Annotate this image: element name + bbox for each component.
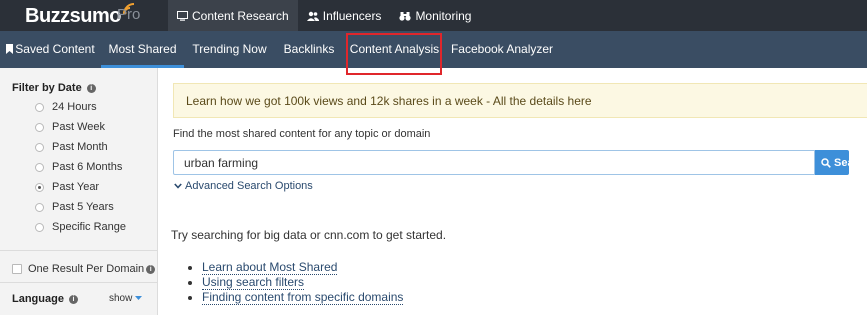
search-button-label: Search!: [834, 156, 867, 169]
help-links: Learn about Most Shared Using search fil…: [185, 260, 404, 305]
radio-button[interactable]: [35, 162, 44, 172]
content-analysis-highlight: [346, 33, 442, 75]
date-option-label: Past 5 Years: [52, 201, 114, 213]
radio-button[interactable]: [35, 142, 44, 152]
tab-label: Facebook Analyzer: [450, 42, 554, 56]
plan-label: Pro: [117, 6, 141, 23]
radio-button[interactable]: [35, 222, 44, 232]
tab-label: Saved Content: [15, 42, 95, 56]
tab-backlinks[interactable]: Backlinks: [275, 31, 343, 68]
help-link-text: Learn about Most Shared: [202, 260, 338, 275]
heading-text: Filter by Date: [12, 82, 82, 94]
date-option-past-6-months[interactable]: Past 6 Months: [35, 160, 122, 174]
date-option-24-hours[interactable]: 24 Hours: [35, 100, 97, 114]
sidebar-divider: [0, 250, 157, 251]
advanced-search-label: Advanced Search Options: [185, 180, 313, 192]
promo-banner[interactable]: Learn how we got 100k views and 12k shar…: [173, 83, 867, 118]
top-nav: Content Research Influencers Monitoring: [168, 0, 480, 31]
date-option-label: 24 Hours: [52, 101, 97, 113]
banner-text: Learn how we got 100k views and 12k shar…: [186, 94, 592, 108]
binoculars-icon: [399, 11, 412, 21]
info-icon[interactable]: i: [69, 295, 79, 304]
advanced-search-toggle[interactable]: Advanced Search Options: [174, 180, 313, 192]
search-suggestion: Try searching for big data or cnn.com to…: [171, 228, 446, 242]
radio-button[interactable]: [35, 102, 44, 112]
radio-button-selected[interactable]: [35, 182, 44, 192]
help-link-specific-domains[interactable]: Finding content from specific domains: [185, 290, 404, 305]
try-suffix: to get started.: [369, 228, 447, 242]
top-bar: Buzzsumo Pro Content Research Influencer…: [0, 0, 867, 31]
tab-most-shared[interactable]: Most Shared: [101, 31, 184, 68]
date-option-label: Past 6 Months: [52, 161, 123, 173]
sidebar-divider: [0, 282, 157, 283]
date-option-specific-range[interactable]: Specific Range: [35, 220, 126, 234]
tab-label: Backlinks: [283, 42, 335, 56]
logo-text: Buzzsumo: [25, 5, 122, 27]
bookmark-icon: [6, 44, 14, 54]
top-nav-label: Content Research: [192, 8, 289, 23]
example-link-cnn[interactable]: cnn.com: [324, 228, 369, 242]
tab-label: Most Shared: [108, 42, 177, 56]
show-label: show: [109, 293, 133, 304]
example-link-big-data[interactable]: big data: [264, 228, 307, 242]
search-hint: Find the most shared content for any top…: [173, 128, 431, 140]
tab-facebook-analyzer[interactable]: Facebook Analyzer: [446, 31, 558, 68]
help-link-text: Using search filters: [202, 275, 305, 290]
top-nav-influencers[interactable]: Influencers: [298, 0, 391, 31]
search-button[interactable]: Search!: [815, 150, 867, 175]
language-show-toggle[interactable]: show: [109, 293, 143, 304]
search-input[interactable]: [173, 150, 815, 175]
checkbox[interactable]: [12, 264, 22, 274]
top-nav-content-research[interactable]: Content Research: [168, 0, 298, 31]
date-option-label: Past Year: [52, 181, 100, 193]
radio-button[interactable]: [35, 202, 44, 212]
filter-by-date-heading: Filter by Date i: [12, 82, 96, 94]
top-nav-label: Monitoring: [415, 8, 472, 23]
date-option-past-month[interactable]: Past Month: [35, 140, 108, 154]
help-link-learn-most-shared[interactable]: Learn about Most Shared: [185, 260, 403, 275]
search-icon: [821, 157, 831, 168]
top-nav-monitoring[interactable]: Monitoring: [390, 0, 480, 31]
tab-trending-now[interactable]: Trending Now: [184, 31, 275, 68]
try-prefix: Try searching for: [171, 228, 264, 242]
caret-down-icon: [135, 296, 143, 300]
help-link-search-filters[interactable]: Using search filters: [185, 275, 403, 290]
heading-text: Language: [12, 293, 64, 305]
users-icon: [306, 11, 319, 21]
date-option-label: Past Week: [52, 121, 105, 133]
tab-label: Trending Now: [192, 42, 267, 56]
info-icon[interactable]: i: [86, 84, 96, 93]
language-heading: Language i: [12, 293, 79, 305]
date-option-label: Specific Range: [52, 221, 126, 233]
date-option-past-year[interactable]: Past Year: [35, 180, 99, 194]
date-option-past-5-years[interactable]: Past 5 Years: [35, 200, 114, 214]
try-or: or: [306, 228, 324, 242]
tab-saved-content[interactable]: Saved Content: [0, 31, 101, 68]
monitor-icon: [177, 10, 188, 21]
help-link-text: Finding content from specific domains: [202, 290, 404, 305]
chevron-down-icon: [174, 183, 182, 189]
top-nav-label: Influencers: [322, 8, 382, 23]
radio-button[interactable]: [35, 122, 44, 132]
date-option-label: Past Month: [52, 141, 108, 153]
filter-sidebar: Filter by Date i 24 Hours Past Week Past…: [0, 68, 158, 315]
info-icon[interactable]: i: [146, 264, 156, 274]
checkbox-label: One Result Per Domain: [28, 263, 145, 275]
one-result-per-domain[interactable]: One Result Per Domain i: [12, 263, 156, 275]
date-option-past-week[interactable]: Past Week: [35, 120, 105, 134]
